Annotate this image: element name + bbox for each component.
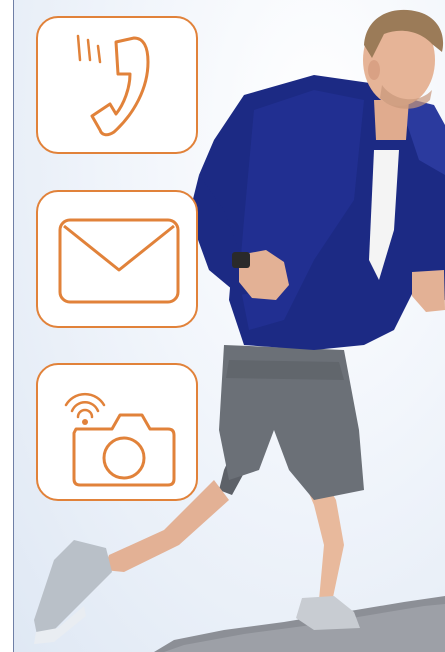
- envelope-icon: [58, 218, 180, 304]
- wireless-camera-button[interactable]: [36, 363, 198, 501]
- email-button[interactable]: [36, 190, 198, 328]
- phone-call-button[interactable]: [36, 16, 198, 154]
- wireless-camera-icon: [64, 392, 176, 487]
- page: [0, 0, 445, 652]
- phone-call-icon: [76, 34, 150, 137]
